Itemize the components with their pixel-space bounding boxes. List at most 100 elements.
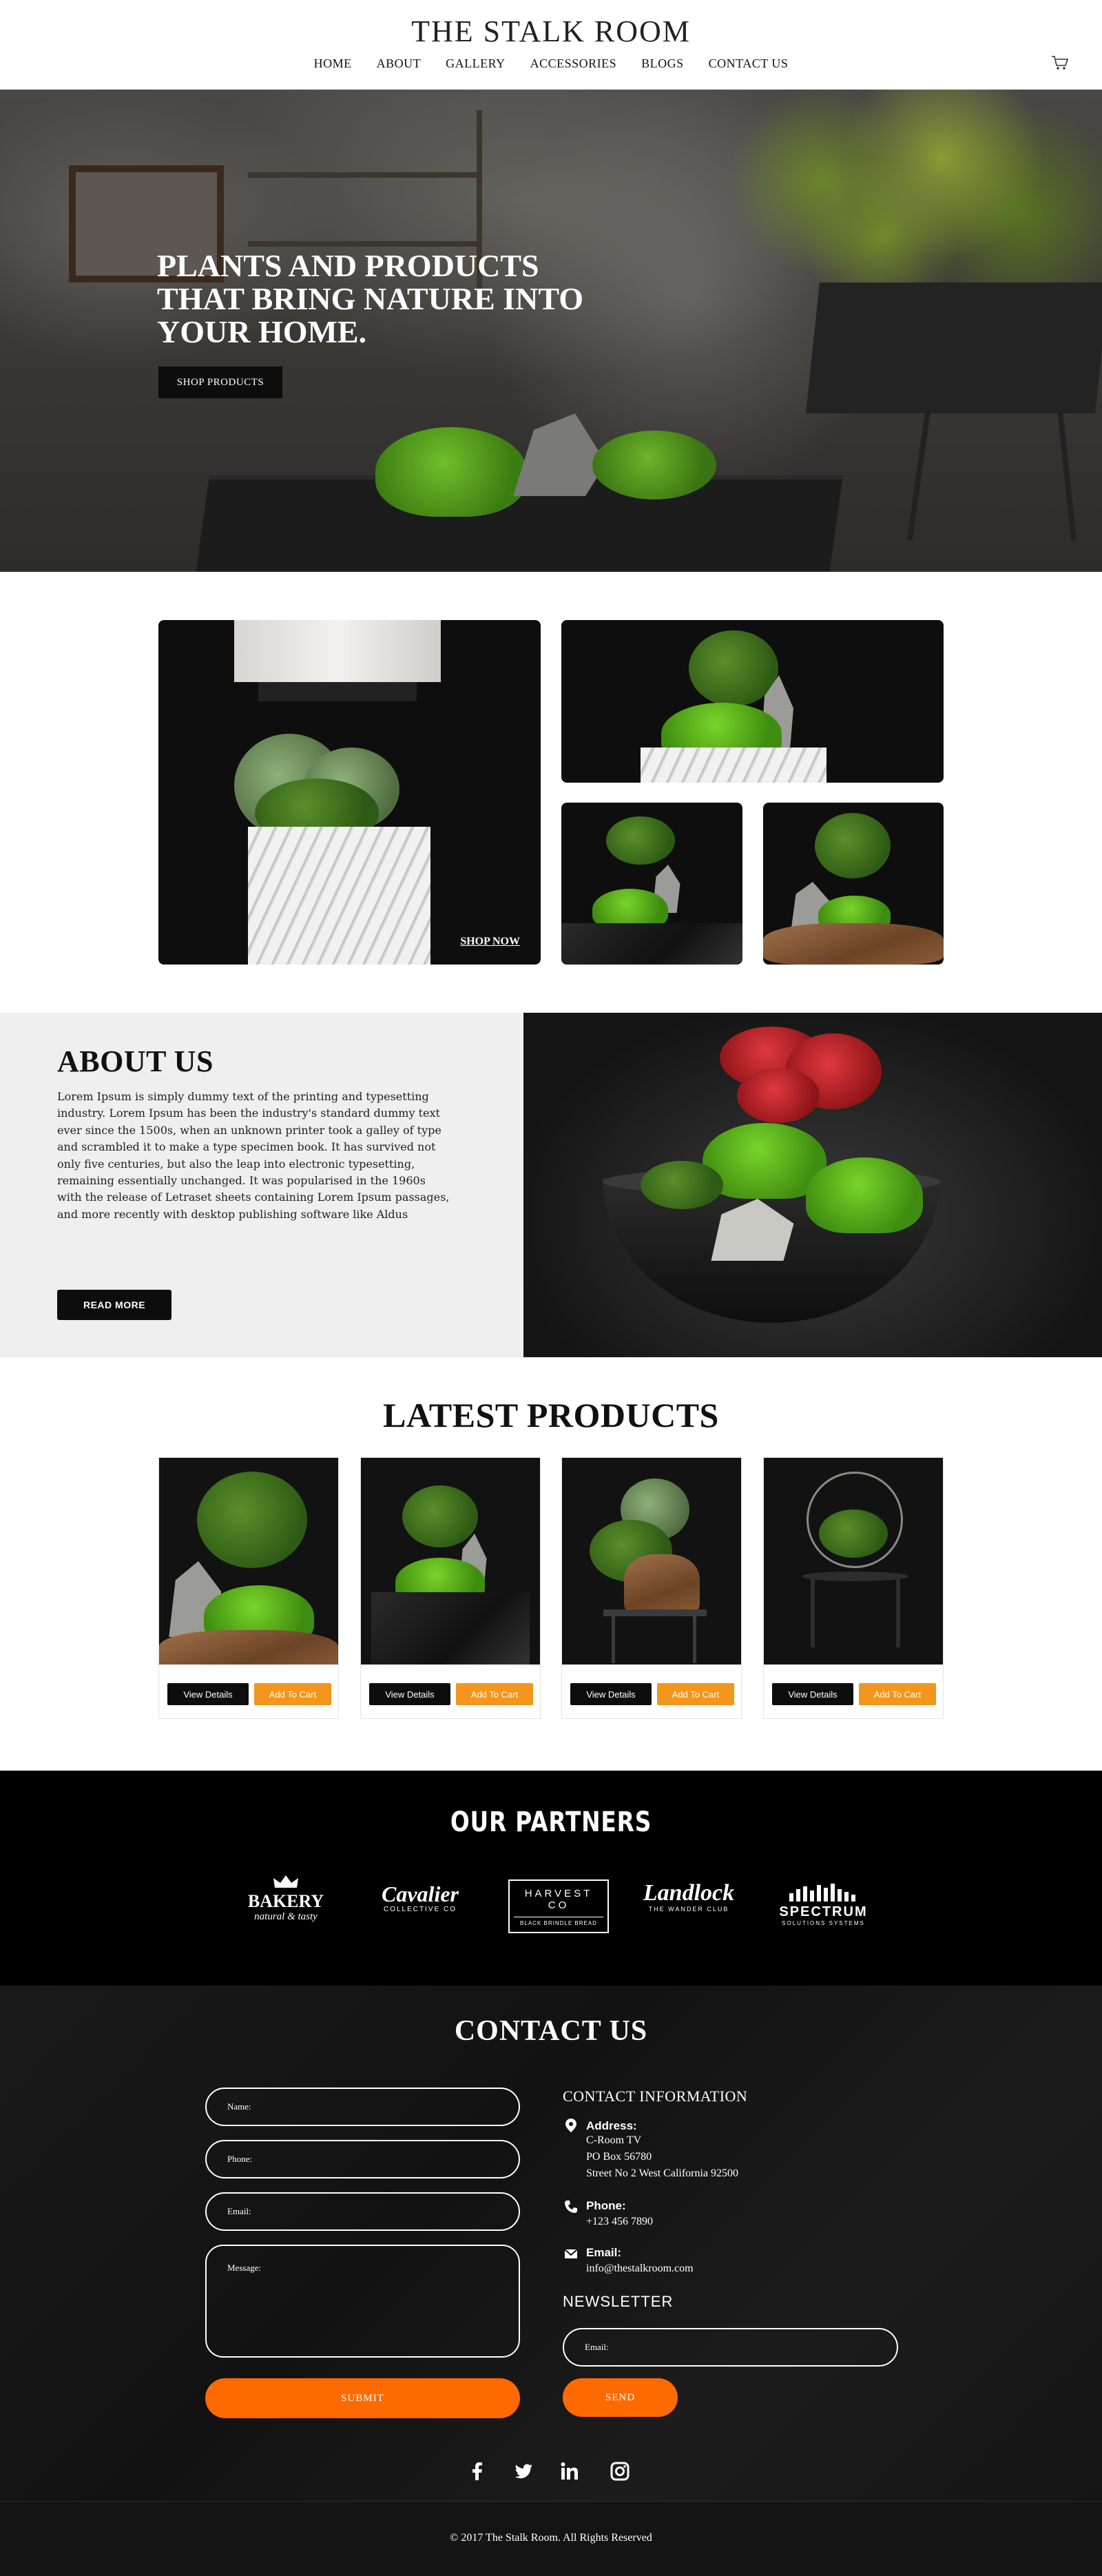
newsletter-email-field[interactable]: [563, 2328, 898, 2367]
site-footer: © 2017 The Stalk Room. All Rights Reserv…: [0, 2501, 1102, 2576]
nav-blogs[interactable]: BLOGS: [641, 56, 684, 71]
address-label: Address:: [586, 2119, 637, 2132]
nav-home[interactable]: HOME: [314, 56, 352, 71]
driftwood: [624, 1554, 700, 1616]
contact-info-title: CONTACT INFORMATION: [563, 2088, 748, 2105]
site-logo[interactable]: THE STALK ROOM: [0, 14, 1102, 49]
address-line: C-Room TV: [586, 2134, 642, 2146]
linkedin-icon[interactable]: [559, 2461, 580, 2482]
product-card: View Details Add To Cart: [763, 1457, 944, 1719]
phone-number: +123 456 7890: [586, 2216, 654, 2227]
newsletter-title: NEWSLETTER: [563, 2293, 674, 2310]
product-card: View Details Add To Cart: [561, 1457, 742, 1719]
stand-leg: [811, 1578, 815, 1647]
product-image[interactable]: [361, 1458, 540, 1665]
address-line: Street No 2 West California 92500: [586, 2167, 739, 2179]
marble-lamp: [234, 620, 441, 682]
instagram-icon[interactable]: [610, 2461, 630, 2482]
wood-base: [763, 923, 944, 965]
envelope-icon: [564, 2249, 578, 2258]
partner-logo-cavalier[interactable]: Cavalier COLLECTIVE CO: [372, 1874, 468, 1943]
moss: [806, 1157, 923, 1233]
shop-now-link[interactable]: SHOP NOW: [460, 936, 520, 948]
main-nav: HOME ABOUT GALLERY ACCESSORIES BLOGS CON…: [0, 56, 1102, 71]
bonsai-foliage: [402, 1485, 478, 1547]
partner-logo-landlock[interactable]: Landlock THE WANDER CLUB: [637, 1874, 740, 1943]
nav-contact-us[interactable]: CONTACT US: [709, 56, 789, 71]
view-details-button[interactable]: View Details: [167, 1683, 249, 1705]
hero-moss: [375, 427, 527, 517]
product-image[interactable]: [159, 1458, 338, 1665]
stand-leg: [896, 1578, 900, 1647]
email-label: Email:: [586, 2246, 622, 2259]
about-body: Lorem Ipsum is simply dummy text of the …: [57, 1090, 450, 1221]
shop-products-button[interactable]: SHOP PRODUCTS: [158, 367, 282, 398]
gallery-tile-small-2[interactable]: [763, 803, 944, 965]
latest-products-title: LATEST PRODUCTS: [383, 1396, 719, 1434]
name-field[interactable]: [205, 2088, 520, 2126]
product-image[interactable]: [562, 1458, 741, 1665]
lamp-light-bar: [258, 682, 417, 701]
nav-gallery[interactable]: GALLERY: [446, 56, 506, 71]
read-more-button[interactable]: READ MORE: [57, 1290, 171, 1320]
wood-base: [159, 1630, 338, 1665]
add-to-cart-button[interactable]: Add To Cart: [254, 1683, 331, 1705]
view-details-button[interactable]: View Details: [570, 1683, 652, 1705]
message-field[interactable]: [205, 2245, 520, 2358]
crown-icon: [273, 1875, 298, 1888]
copyright-text: © 2017 The Stalk Room. All Rights Reserv…: [450, 2532, 652, 2544]
hero-title: PLANTS AND PRODUCTS THAT BRING NATURE IN…: [157, 248, 584, 349]
gallery-section: SHOP NOW: [0, 572, 1102, 1013]
email-field[interactable]: [205, 2192, 520, 2231]
marble-planter: [248, 827, 430, 965]
hero-banner: PLANTS AND PRODUCTS THAT BRING NATURE IN…: [0, 90, 1102, 572]
contact-section: CONTACT US SUBMIT CONTACT INFORMATION Ad…: [0, 1986, 1102, 2501]
product-image[interactable]: [764, 1458, 943, 1665]
gallery-tile-featured[interactable]: SHOP NOW: [158, 620, 541, 965]
gallery-tile-small-1[interactable]: [561, 803, 742, 965]
stand-top: [802, 1572, 908, 1581]
add-to-cart-button[interactable]: Add To Cart: [456, 1683, 533, 1705]
phone-field[interactable]: [205, 2140, 520, 2178]
latest-products-section: LATEST PRODUCTS View Details Add To Cart…: [0, 1357, 1102, 1771]
twitter-icon[interactable]: [513, 2461, 534, 2482]
black-marble-box: [371, 1592, 530, 1665]
stand-leg: [612, 1615, 615, 1663]
contact-title: CONTACT US: [454, 2015, 648, 2047]
bonsai-foliage: [197, 1472, 307, 1568]
bonsai-foliage: [606, 816, 675, 865]
marble-base: [641, 748, 826, 783]
partners-section: OUR PARTNERS BAKERY natural & tasty Cava…: [0, 1771, 1102, 1986]
submit-button[interactable]: SUBMIT: [205, 2378, 520, 2418]
partner-logo-spectrum[interactable]: SPECTRUM SOLUTIONS SYSTEMS: [777, 1874, 870, 1943]
product-card: View Details Add To Cart: [158, 1457, 339, 1719]
send-button[interactable]: SEND: [563, 2378, 678, 2417]
stand-top: [603, 1609, 707, 1616]
equalizer-icon: [789, 1884, 855, 1902]
cart-icon[interactable]: [1051, 55, 1069, 70]
partner-logo-bakery[interactable]: BAKERY natural & tasty: [238, 1874, 334, 1943]
red-leaves: [737, 1068, 820, 1123]
nav-accessories[interactable]: ACCESSORIES: [530, 56, 617, 71]
about-title: ABOUT US: [57, 1044, 214, 1078]
terrarium-plants: [819, 1509, 888, 1558]
email-address[interactable]: info@thestalkroom.com: [586, 2263, 694, 2275]
site-header: THE STALK ROOM HOME ABOUT GALLERY ACCESS…: [0, 0, 1102, 90]
foliage: [641, 1161, 723, 1209]
address-line: PO Box 56780: [586, 2151, 652, 2163]
partner-logo-harvest-co[interactable]: HARVEST CO BLACK BRINDLE BREAD: [508, 1874, 609, 1943]
view-details-button[interactable]: View Details: [369, 1683, 450, 1705]
bonsai-foliage: [815, 813, 891, 878]
gallery-tile-wide[interactable]: [561, 620, 944, 783]
facebook-icon[interactable]: [467, 2461, 488, 2482]
about-text-panel: ABOUT US Lorem Ipsum is simply dummy tex…: [0, 1013, 523, 1357]
nav-about[interactable]: ABOUT: [377, 56, 422, 71]
view-details-button[interactable]: View Details: [772, 1683, 853, 1705]
map-pin-icon: [565, 2119, 576, 2132]
hero-pot: [806, 282, 1102, 413]
stand-leg: [693, 1615, 696, 1663]
add-to-cart-button[interactable]: Add To Cart: [657, 1683, 734, 1705]
about-image: [523, 1013, 1102, 1357]
add-to-cart-button[interactable]: Add To Cart: [859, 1683, 936, 1705]
bonsai-foliage: [689, 630, 778, 706]
